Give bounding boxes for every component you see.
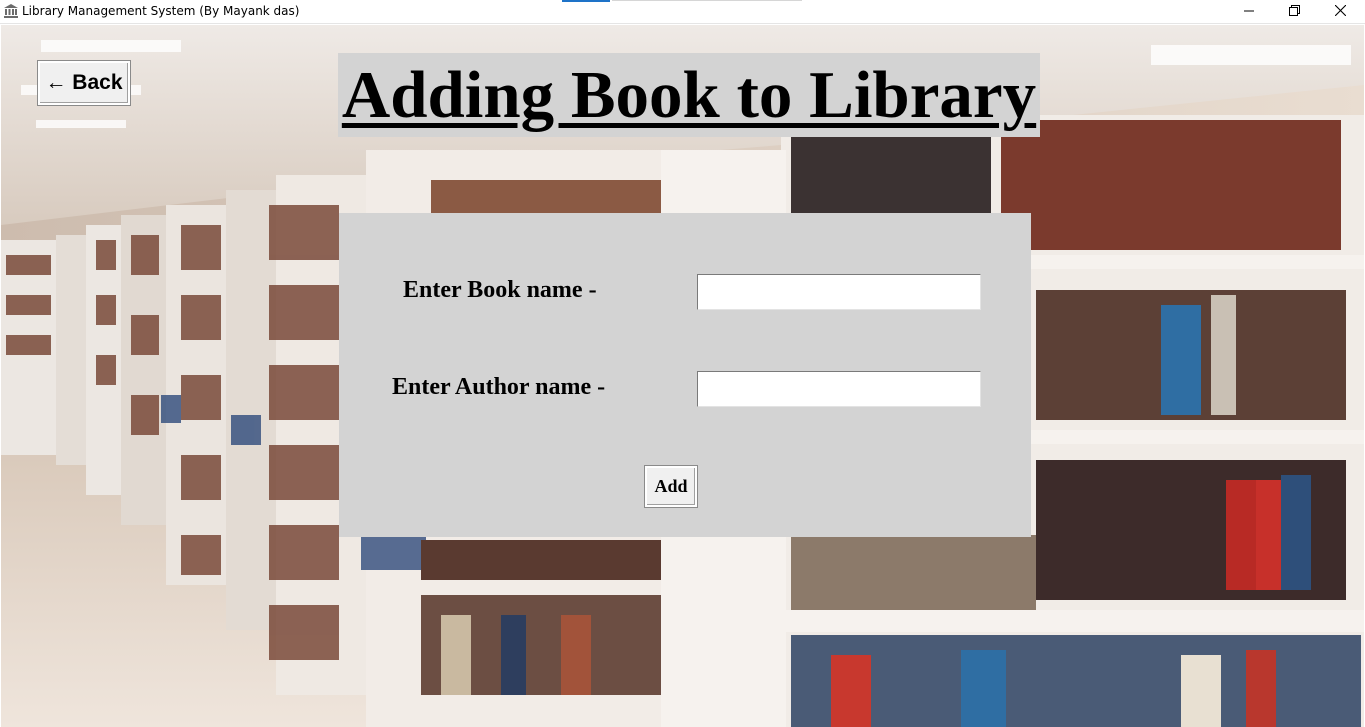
heading-banner: Adding Book to Library [338,53,1040,137]
minimize-button[interactable] [1226,0,1272,24]
back-button[interactable]: ← Back [37,60,131,106]
page-title: Adding Book to Library [341,57,1037,132]
author-name-label: Enter Author name - [392,374,606,400]
window-title: Library Management System (By Mayank das… [22,4,300,18]
maximize-button[interactable] [1271,0,1317,24]
close-icon [1334,3,1346,21]
close-button[interactable] [1317,0,1363,24]
author-name-input[interactable] [697,371,981,407]
add-button-label: Add [654,476,688,496]
tab-indicator [562,0,610,2]
add-book-form: Enter Book name - Enter Author name - Ad… [339,213,1031,537]
maximize-icon [1288,3,1300,21]
add-button[interactable]: Add [644,465,698,508]
book-name-label: Enter Book name - [403,277,597,303]
title-bar: Library Management System (By Mayank das… [0,0,1365,24]
bank-icon [3,3,19,19]
minimize-icon [1244,3,1254,21]
book-name-input[interactable] [697,274,981,310]
back-button-label: ← Back [45,71,123,94]
tab-indicator-track [612,0,802,1]
